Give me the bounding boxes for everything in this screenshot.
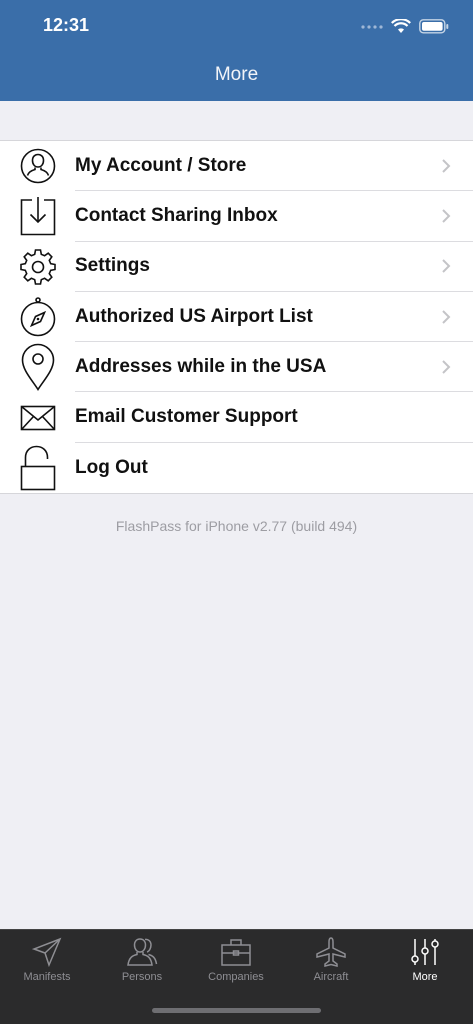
inbox-download-icon [20, 197, 55, 236]
chevron-right-icon [442, 309, 451, 324]
airplane-icon [316, 937, 346, 967]
menu-item-email-support[interactable]: Email Customer Support [0, 392, 473, 443]
menu-item-log-out[interactable]: Log Out [0, 443, 473, 493]
tab-label: Persons [121, 971, 163, 983]
chevron-right-icon [442, 158, 451, 173]
status-time: 12:31 [43, 15, 90, 35]
tab-manifests[interactable]: Manifests [0, 936, 94, 992]
menu-item-contact-sharing-inbox[interactable]: Contact Sharing Inbox [0, 191, 473, 242]
sliders-icon [411, 939, 439, 965]
menu-item-label: Contact Sharing Inbox [75, 204, 278, 226]
envelope-icon [20, 405, 55, 430]
battery-icon [419, 18, 449, 34]
briefcase-icon [221, 939, 251, 966]
menu-item-label: Authorized US Airport List [75, 305, 313, 327]
page-title: More [214, 64, 259, 85]
tab-aircraft[interactable]: Aircraft [284, 936, 378, 992]
chevron-right-icon [442, 209, 451, 223]
chevron-right-icon [442, 259, 451, 273]
paper-plane-icon [32, 937, 62, 967]
tab-label: Companies [208, 971, 264, 983]
menu-item-label: Log Out [75, 456, 148, 478]
unlocked-padlock-icon [20, 445, 55, 491]
menu-item-label: Addresses while in the USA [75, 355, 327, 377]
tab-companies[interactable]: Companies [189, 936, 283, 992]
signal-icon [361, 25, 383, 29]
navigation-header: 12:31 More [0, 0, 473, 101]
tab-label: More [412, 971, 438, 983]
home-indicator [152, 1008, 321, 1013]
wifi-icon [391, 18, 411, 33]
persons-icon [127, 938, 158, 966]
menu-item-settings[interactable]: Settings [0, 242, 473, 292]
status-icons [361, 16, 449, 36]
compass-icon [20, 297, 55, 337]
menu-item-label: Settings [75, 255, 150, 277]
chevron-right-icon [442, 360, 451, 374]
more-menu-list: My Account / Store Contact Sharing Inbox… [0, 140, 473, 495]
person-circle-icon [20, 148, 55, 184]
tab-persons[interactable]: Persons [95, 936, 189, 992]
tab-label: Aircraft [313, 971, 349, 983]
menu-item-label: Email Customer Support [75, 406, 298, 428]
gear-icon [19, 248, 56, 285]
app-version-text: FlashPass for iPhone v2.77 (build 494) [115, 518, 358, 534]
menu-item-my-account[interactable]: My Account / Store [0, 141, 473, 192]
menu-item-label: My Account / Store [75, 154, 247, 176]
map-pin-icon [21, 344, 54, 392]
menu-item-authorized-airport-list[interactable]: Authorized US Airport List [0, 292, 473, 343]
tab-more[interactable]: More [378, 936, 472, 992]
menu-item-addresses-usa[interactable]: Addresses while in the USA [0, 342, 473, 393]
tab-label: Manifests [23, 971, 71, 983]
